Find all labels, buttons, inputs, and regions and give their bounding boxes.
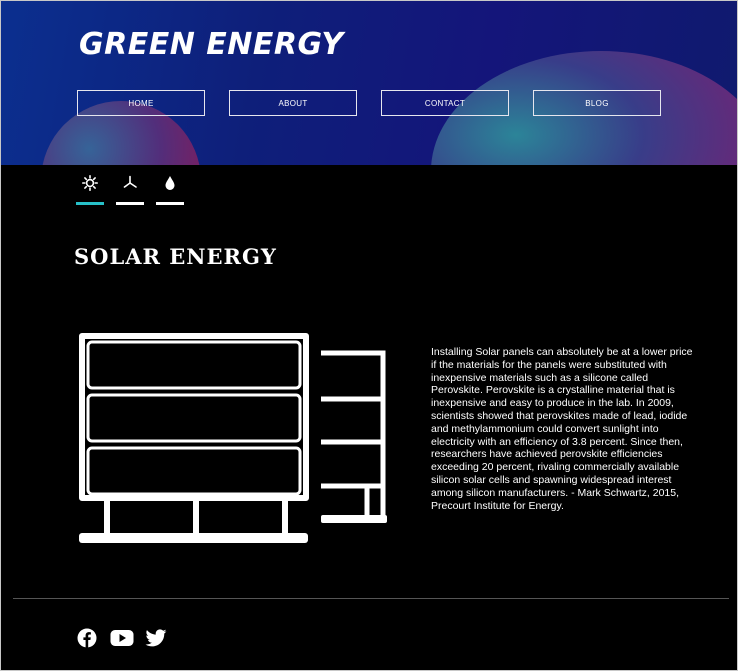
header: GREEN ENERGY HOME ABOUT CONTACT BLOG <box>1 1 737 165</box>
water-drop-icon <box>165 176 175 190</box>
youtube-icon <box>110 630 134 646</box>
twitter-icon <box>145 628 166 646</box>
tab-wind[interactable] <box>116 175 144 205</box>
solar-description: Installing Solar panels can absolutely b… <box>431 346 693 512</box>
solar-panel-icon <box>79 333 387 543</box>
facebook-icon <box>77 628 97 648</box>
page-frame: GREEN ENERGY HOME ABOUT CONTACT BLOG SOL… <box>0 0 738 671</box>
nav-about-button[interactable]: ABOUT <box>229 90 357 116</box>
site-title: GREEN ENERGY <box>79 27 344 62</box>
tab-solar[interactable] <box>76 175 104 205</box>
nav-home-button[interactable]: HOME <box>77 90 205 116</box>
section-heading: SOLAR ENERGY <box>74 244 277 269</box>
tab-underline <box>76 202 104 205</box>
youtube-link[interactable] <box>109 628 135 648</box>
twitter-link[interactable] <box>143 628 167 648</box>
tab-underline <box>116 202 144 205</box>
sun-icon <box>82 175 98 191</box>
tab-underline <box>156 202 184 205</box>
tab-water[interactable] <box>156 175 184 205</box>
facebook-link[interactable] <box>76 628 98 648</box>
nav-blog-button[interactable]: BLOG <box>533 90 661 116</box>
wind-turbine-icon <box>123 175 137 188</box>
nav-contact-button[interactable]: CONTACT <box>381 90 509 116</box>
footer-divider <box>13 598 729 599</box>
